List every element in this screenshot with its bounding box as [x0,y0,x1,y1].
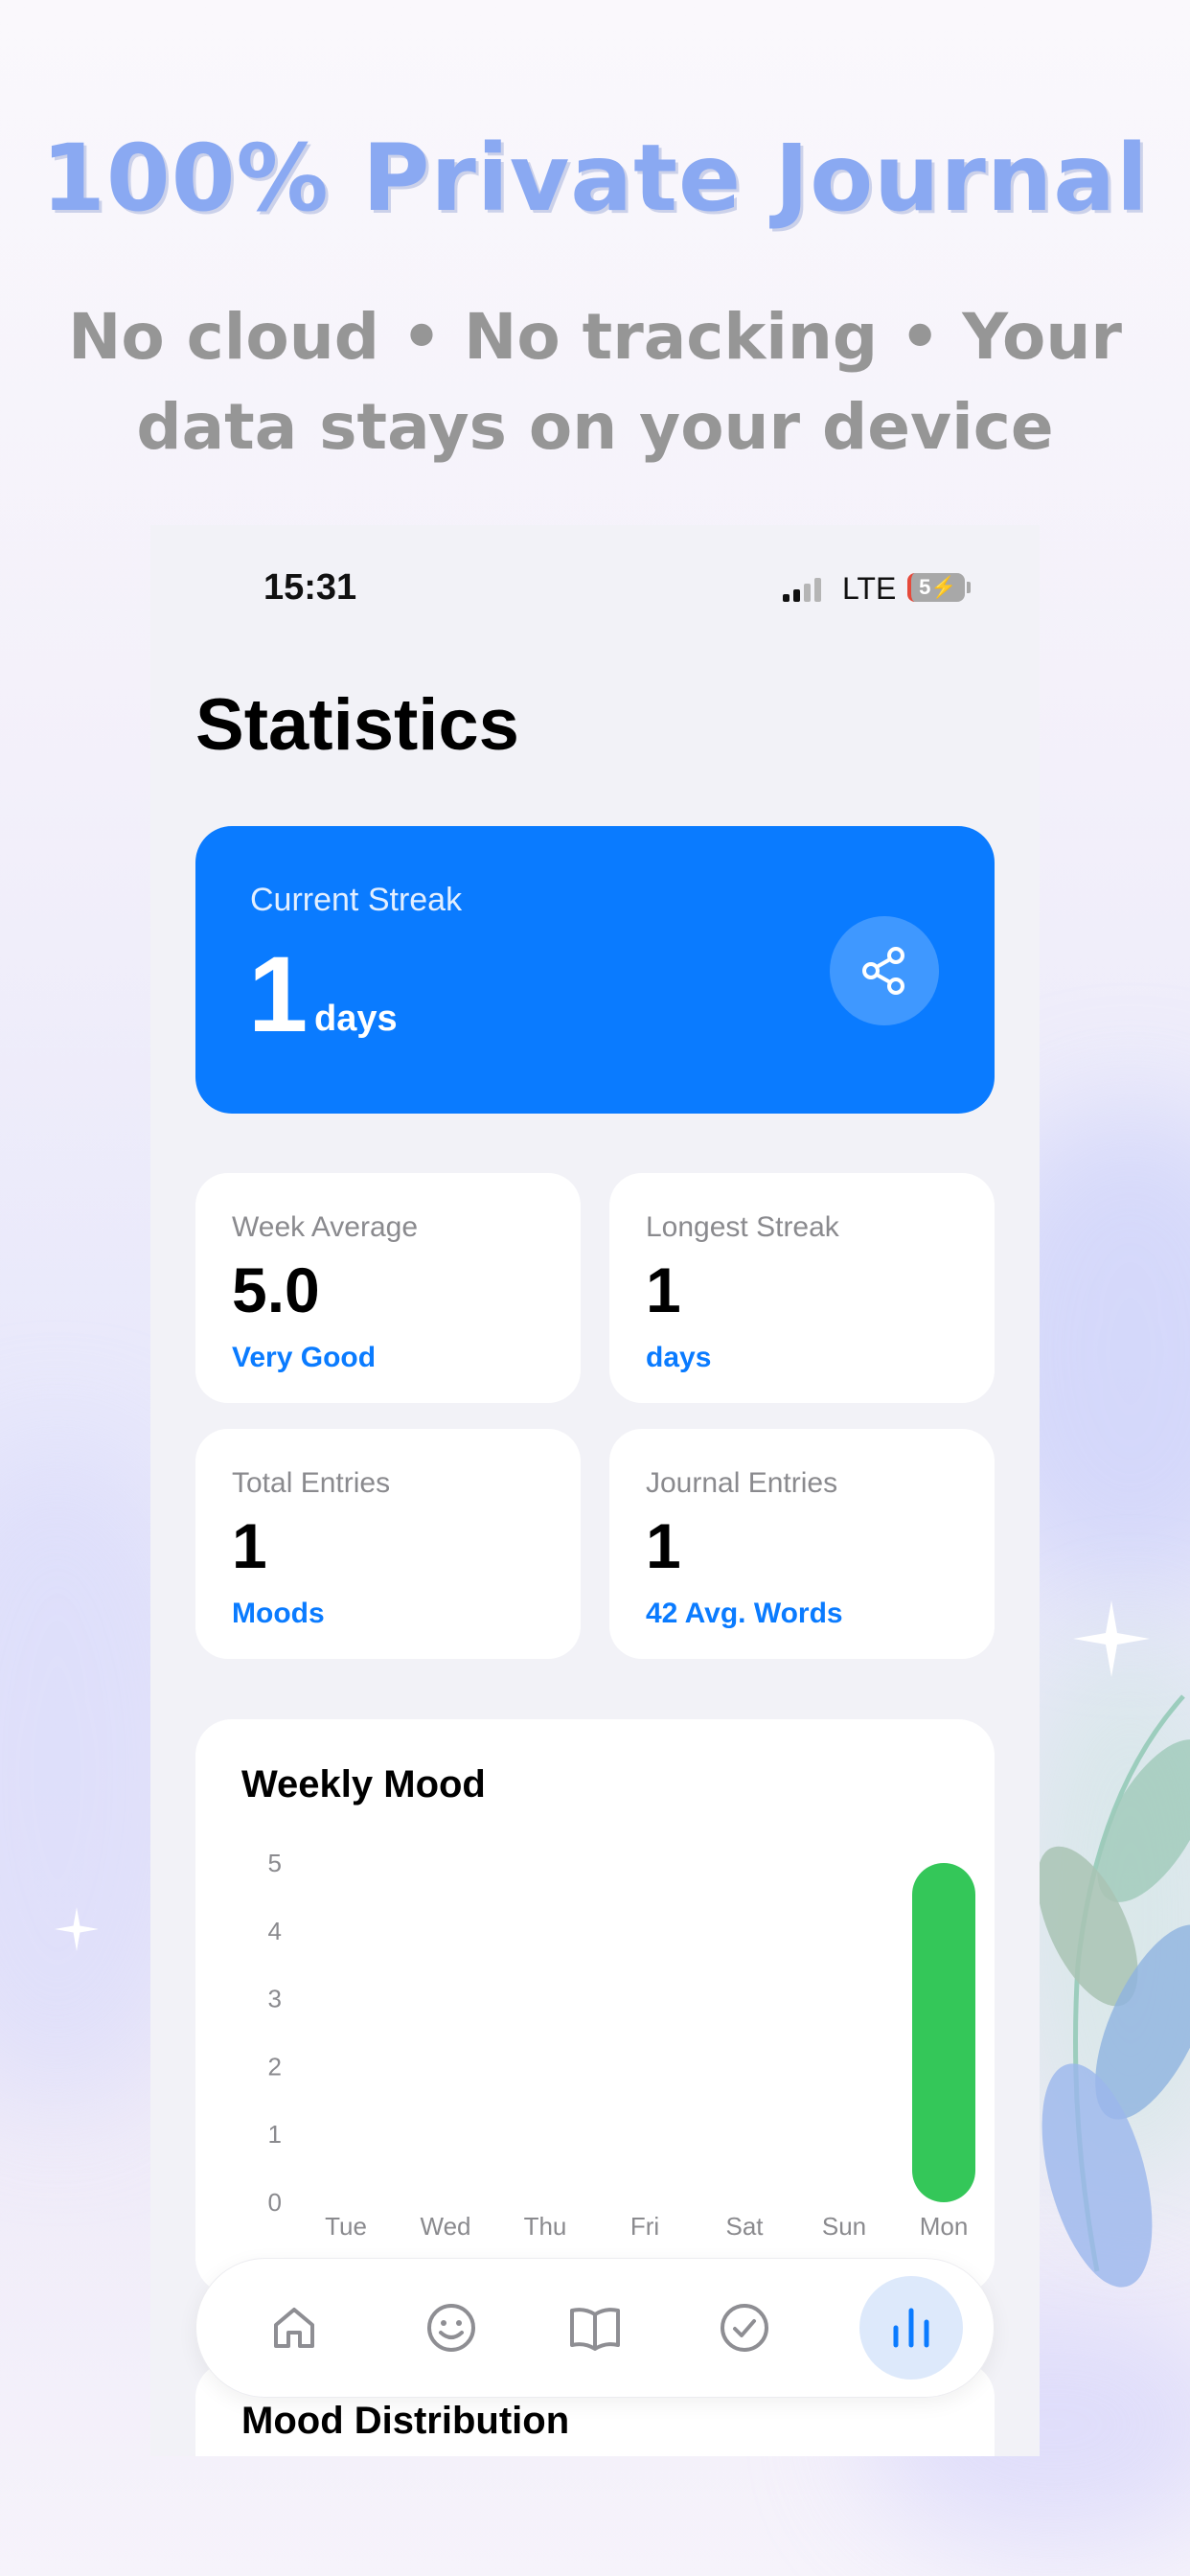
mood-bar [912,1863,975,2202]
total-entries-card: Total Entries 1 Moods [195,1429,581,1659]
x-tick-label: Mon [920,2212,969,2241]
y-tick-label: 1 [268,2120,282,2149]
x-tick-label: Sun [822,2212,866,2241]
weekly-mood-card: Weekly Mood 0 1 2 3 4 5 Tue Wed Thu Fri Sat Sun Mon [195,1719,995,2294]
tab-home[interactable] [242,2276,346,2380]
status-bar: 15:31 LTE 5 ⚡ [150,567,1040,615]
promo-headline: 100% Private Journal [41,125,1149,232]
battery-level: 5 [919,575,931,599]
network-label: LTE [842,571,897,606]
tab-journal[interactable] [543,2276,647,2380]
tab-bar [195,2258,995,2398]
streak-label: Current Streak [250,882,463,918]
sparkle-icon [55,1907,99,1951]
home-icon [274,2308,314,2348]
tab-tasks[interactable] [693,2276,796,2380]
streak-value: 1 [248,934,309,1054]
share-icon [862,947,904,995]
stat-label: Journal Entries [646,1467,838,1499]
tab-moods[interactable] [400,2276,503,2380]
x-tick-label: Thu [524,2212,567,2241]
stat-sub: 42 Avg. Words [646,1598,843,1629]
longest-streak-card: Longest Streak 1 days [609,1173,995,1403]
x-tick-label: Tue [325,2212,367,2241]
week-average-card: Week Average 5.0 Very Good [195,1173,581,1403]
phone-screen: 15:31 LTE 5 ⚡ Statistics Current Streak 1… [150,525,1040,2456]
y-tick-label: 0 [268,2188,282,2217]
stat-value: 1 [232,1510,267,1581]
x-tick-label: Sat [725,2212,764,2241]
weekly-mood-chart: 0 1 2 3 4 5 Tue Wed Thu Fri Sat Sun Mon [268,1849,975,2241]
stat-sub: Very Good [232,1342,377,1373]
y-tick-label: 5 [268,1849,282,1877]
status-time: 15:31 [263,567,357,608]
tab-statistics[interactable] [859,2276,963,2380]
x-tick-label: Wed [421,2212,471,2241]
stat-label: Total Entries [232,1467,391,1499]
y-tick-label: 3 [268,1985,282,2013]
stat-value: 1 [646,1254,681,1325]
battery-icon: 5 ⚡ [907,573,965,602]
book-icon [570,2308,620,2351]
leaf-decoration [1040,1694,1190,2288]
stat-sub: Moods [232,1598,325,1629]
stat-label: Week Average [232,1211,419,1243]
bar-chart-icon [893,2308,929,2348]
y-tick-label: 4 [268,1917,282,1945]
sparkle-icon [1073,1600,1150,1677]
stat-value: 5.0 [232,1254,320,1325]
distribution-title: Mood Distribution [241,2400,570,2442]
journal-entries-card: Journal Entries 1 42 Avg. Words [609,1429,995,1659]
streak-unit: days [314,999,398,1039]
share-button[interactable] [830,916,939,1025]
checkmark-circle-icon [721,2304,768,2352]
stat-label: Longest Streak [646,1211,839,1243]
current-streak-card: Current Streak 1 days [195,826,995,1114]
y-tick-label: 2 [268,2052,282,2081]
signal-icon [783,577,821,602]
battery-tip [967,582,971,593]
smiley-icon [427,2304,475,2352]
promo-subhead: No cloud • No tracking • Your data stays… [68,300,1122,464]
stat-value: 1 [646,1510,681,1581]
page-title: Statistics [195,684,519,766]
x-tick-label: Fri [630,2212,659,2241]
stat-sub: days [646,1342,712,1373]
